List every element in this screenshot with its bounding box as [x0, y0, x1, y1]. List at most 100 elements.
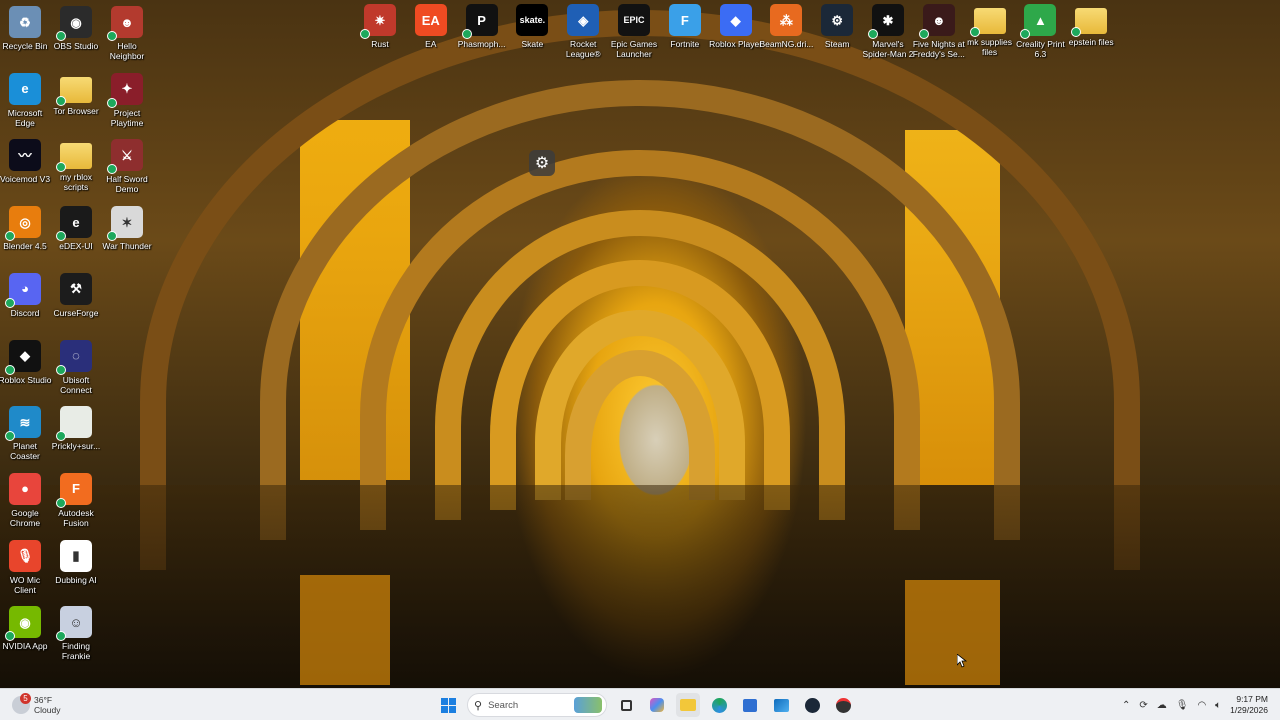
- sync-status-icon: [1071, 27, 1082, 37]
- desktop-icon-label: NVIDIA App: [2, 641, 48, 652]
- app-taskbar-button[interactable]: [831, 693, 855, 717]
- desktop-icon-obs-studio[interactable]: ◉ OBS Studio: [49, 2, 103, 51]
- creality-icon-glyph: ▲: [1033, 12, 1047, 28]
- desktop-icon-mk-supplies-files[interactable]: mk supplies files: [963, 0, 1017, 57]
- start-button[interactable]: [436, 693, 460, 717]
- cloud-sync-icon[interactable]: ☁: [1157, 700, 1167, 711]
- desktop-icon-creality-print[interactable]: ▲ Creality Print 6.3: [1013, 0, 1067, 59]
- rust-icon-glyph: ✷: [374, 12, 386, 28]
- desktop-icon-prickly-sur[interactable]: Prickly+sur...: [49, 402, 103, 451]
- app-icon: [835, 697, 851, 713]
- planet-coaster-icon-glyph: ≋: [19, 414, 31, 430]
- desktop-icon-epic-games[interactable]: EPIC Epic Games Launcher: [607, 0, 661, 59]
- chevron-up-icon[interactable]: ⌃: [1122, 700, 1130, 711]
- volume-icon[interactable]: 🔈︎: [1215, 700, 1221, 711]
- desktop-icon-blender[interactable]: ◎ Blender 4.5: [0, 202, 52, 251]
- store-button[interactable]: [738, 693, 762, 717]
- copilot-button[interactable]: [645, 693, 669, 717]
- desktop-icon-wo-mic-client[interactable]: 🎙 WO Mic Client: [0, 536, 52, 595]
- desktop-icon-rocket-league[interactable]: ◈ Rocket League®: [556, 0, 610, 59]
- desktop-icon-nvidia-app[interactable]: ◉ NVIDIA App: [0, 602, 52, 651]
- desktop-icon-label: Roblox Studio: [0, 374, 52, 385]
- sync-status-icon: [107, 164, 117, 175]
- image-file-icon: [56, 406, 92, 442]
- desktop-icon-beamng[interactable]: ⁂ BeamNG.dri...: [759, 0, 813, 49]
- steam-floating-icon[interactable]: ⚙: [529, 150, 555, 176]
- chrome-icon: ●: [9, 472, 41, 505]
- desktop-icon-ubisoft-connect[interactable]: ◌ Ubisoft Connect: [49, 336, 103, 395]
- nvidia-icon-glyph: ◉: [19, 614, 31, 630]
- folder-icon: [969, 8, 1006, 37]
- war-thunder-icon-glyph: ✶: [121, 214, 133, 230]
- sync-status-icon: [461, 29, 472, 39]
- desktop-icon-label: Blender 4.5: [3, 241, 47, 252]
- desktop-icon-label: CurseForge: [53, 307, 99, 318]
- dubbing-ai-icon: ▮: [60, 539, 92, 572]
- finding-frankie-icon-glyph: ☺: [69, 614, 83, 630]
- desktop-icon-finding-frankie[interactable]: ☺ Finding Frankie: [49, 602, 103, 661]
- task-view-button[interactable]: [614, 693, 638, 717]
- desktop-icon-steam[interactable]: ⚙ Steam: [810, 0, 864, 49]
- outlook-button[interactable]: [769, 693, 793, 717]
- desktop-icon-skate[interactable]: skate. Skate: [505, 0, 559, 49]
- desktop-icon-label: Planet Coaster: [10, 441, 40, 462]
- desktop-icon-roblox-player[interactable]: ◆ Roblox Player: [709, 0, 763, 49]
- weather-condition: Cloudy: [34, 705, 61, 715]
- desktop-icon-fortnite[interactable]: F Fortnite: [658, 0, 712, 49]
- microphone-icon[interactable]: 🎙︎: [1176, 700, 1189, 711]
- sync-status-icon: [5, 631, 15, 642]
- desktop-icon-curseforge[interactable]: ⚒ CurseForge: [49, 269, 103, 318]
- desktop-icon-war-thunder[interactable]: ✶ War Thunder: [100, 202, 154, 251]
- roblox-icon: ◆: [719, 4, 752, 36]
- clock-date: 1/29/2026: [1230, 705, 1268, 715]
- rocket-league-icon: ◈: [567, 4, 600, 36]
- desktop-icon-rust[interactable]: ✷ Rust: [353, 0, 407, 49]
- desktop-icon-recycle-bin[interactable]: ♻ Recycle Bin: [0, 2, 52, 51]
- desktop-icon-phasmophobia[interactable]: P Phasmoph...: [455, 0, 509, 49]
- desktop-icon-edex-ui[interactable]: e eDEX-UI: [49, 202, 103, 251]
- desktop-icon-fnaf-security-breach[interactable]: ☻ Five Nights at Freddy's Se...: [912, 0, 966, 59]
- desktop-icon-hello-neighbor[interactable]: ☻ Hello Neighbor: [100, 2, 154, 61]
- beamng-icon-glyph: ⁂: [779, 12, 793, 28]
- sync-icon[interactable]: ⟳: [1139, 700, 1147, 711]
- windows-logo-icon: [440, 697, 456, 713]
- desktop-icon-label: Skate: [521, 39, 544, 49]
- steam-taskbar-button[interactable]: [800, 693, 824, 717]
- beamng-icon: ⁂: [770, 4, 803, 36]
- fortnite-icon-glyph: F: [680, 12, 689, 28]
- clock[interactable]: 9:17 PM 1/29/2026: [1230, 694, 1268, 716]
- desktop-icon-half-sword-demo[interactable]: ⚔ Half Sword Demo: [100, 135, 154, 194]
- rocket-league-icon-glyph: ◈: [578, 12, 589, 28]
- war-thunder-icon: ✶: [107, 206, 143, 242]
- desktop-icon-planet-coaster[interactable]: ≋ Planet Coaster: [0, 402, 52, 461]
- desktop-icon-ea[interactable]: EA EA: [404, 0, 458, 49]
- weather-widget[interactable]: 5 36°F Cloudy: [12, 693, 60, 717]
- desktop-icon-voicemod[interactable]: 〰 Voicemod V3: [0, 135, 52, 184]
- desktop-icon-label: Half Sword Demo: [106, 174, 148, 195]
- desktop-icon-discord[interactable]: ◕ Discord: [0, 269, 52, 318]
- taskbar-search[interactable]: ⚲ Search: [467, 693, 607, 717]
- wifi-icon[interactable]: ◠: [1197, 700, 1206, 711]
- desktop-icon-dubbing-ai[interactable]: ▮ Dubbing AI: [49, 536, 103, 585]
- spider-man-icon-glyph: ✱: [882, 12, 894, 28]
- edge-icon: [711, 697, 727, 713]
- desktop-icon-roblox-studio[interactable]: ◆ Roblox Studio: [0, 336, 52, 385]
- desktop-icon-microsoft-edge[interactable]: e Microsoft Edge: [0, 69, 52, 128]
- edge-taskbar-button[interactable]: [707, 693, 731, 717]
- edex-icon: e: [56, 206, 92, 242]
- desktop-icon-project-playtime[interactable]: ✦ Project Playtime: [100, 69, 154, 128]
- desktop-icon-label: Prickly+sur...: [51, 441, 101, 452]
- sync-status-icon: [56, 95, 66, 106]
- desktop-icon-my-rblox-scripts[interactable]: my rblox scripts: [49, 135, 103, 192]
- desktop-icon-spider-man-2[interactable]: ✱ Marvel's Spider-Man 2: [861, 0, 915, 59]
- desktop-icon-autodesk-fusion[interactable]: F Autodesk Fusion: [49, 469, 103, 528]
- store-icon: [743, 698, 757, 712]
- file-explorer-button[interactable]: [676, 693, 700, 717]
- desktop-icon-google-chrome[interactable]: ● Google Chrome: [0, 469, 52, 528]
- clock-time: 9:17 PM: [1236, 694, 1268, 704]
- desktop-icon-label: Rocket League®: [565, 39, 601, 59]
- desktop-icon-tor-browser[interactable]: Tor Browser: [49, 69, 103, 116]
- recycle-bin-icon: ♻: [9, 6, 41, 38]
- edge-icon-glyph: e: [21, 81, 29, 97]
- desktop-icon-epstein-files[interactable]: epstein files: [1064, 0, 1118, 47]
